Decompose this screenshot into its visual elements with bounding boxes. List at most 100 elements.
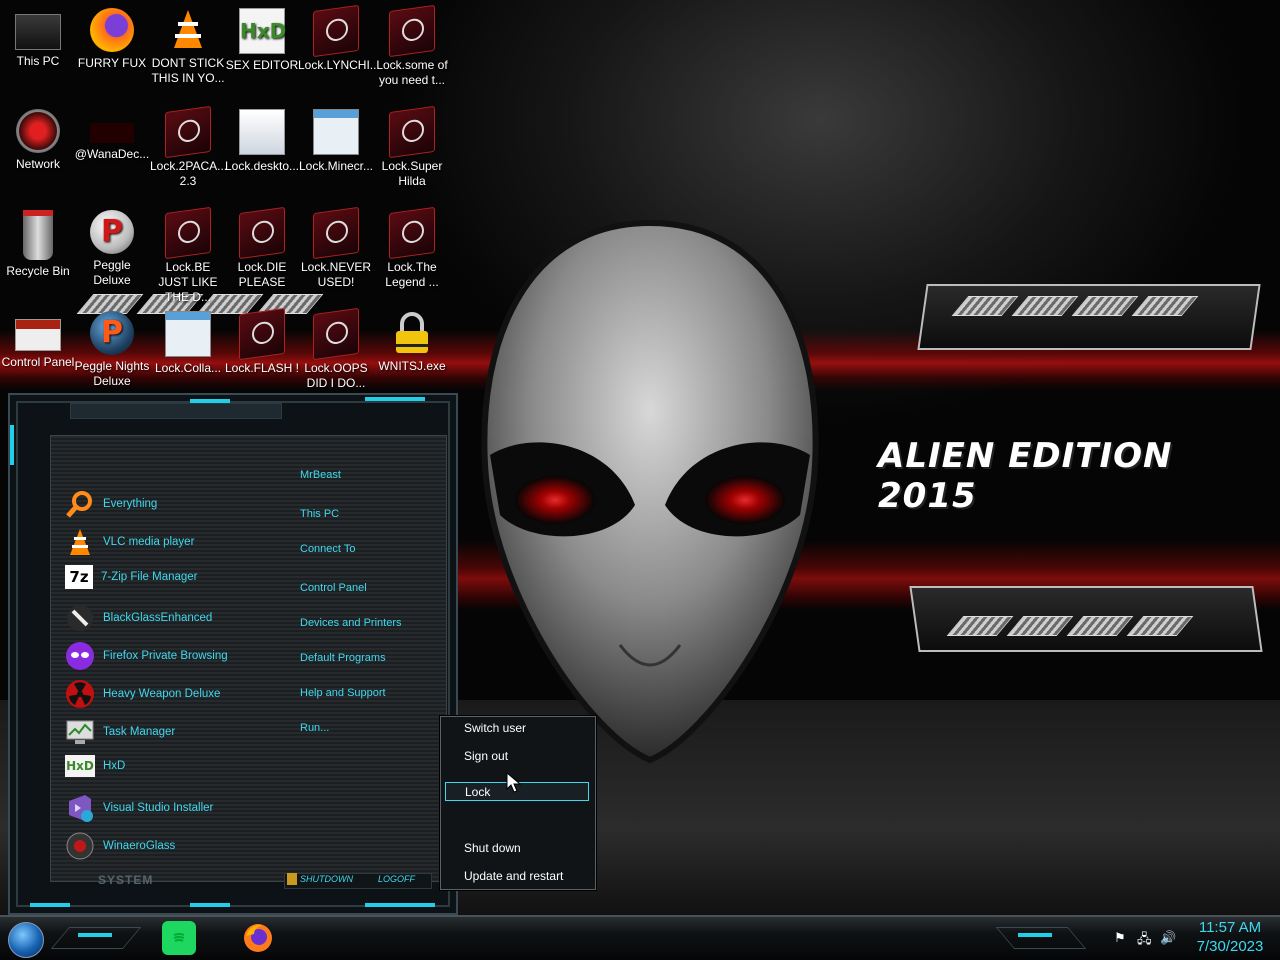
desktop-icon-label: Lock.2PACA... 2.3 — [150, 159, 228, 188]
desktop-icon-label: @WanaDec... — [74, 147, 150, 161]
menu-item-update-restart[interactable]: Update and restart — [445, 867, 589, 886]
vlc-icon — [65, 527, 95, 557]
vlc-icon — [166, 8, 210, 52]
program-label: 7-Zip File Manager — [101, 571, 198, 583]
task-manager-icon — [65, 717, 95, 747]
desktop-icon-label: This PC — [16, 54, 60, 68]
program-firefox-private[interactable]: Firefox Private Browsing — [65, 641, 228, 671]
power-options-menu: Switch user Sign out Lock Shut down Upda… — [440, 716, 596, 890]
program-winaero-glass[interactable]: WinaeroGlass — [65, 831, 175, 861]
program-heavy-weapon[interactable]: Heavy Weapon Deluxe — [65, 679, 220, 709]
desktop-icon-lock-some-of-you[interactable]: Lock.some of you need t... — [374, 2, 450, 88]
menu-item-switch-user[interactable]: Switch user — [445, 719, 589, 738]
program-label: Firefox Private Browsing — [103, 650, 228, 662]
place-help-support[interactable]: Help and Support — [300, 687, 386, 699]
cyan-accent — [365, 903, 435, 907]
desktop-icon-recycle-bin[interactable]: Recycle Bin — [0, 204, 76, 279]
desktop-icon-lock-the-legend[interactable]: Lock.The Legend ... — [374, 204, 450, 290]
program-vlc[interactable]: VLC media player — [65, 527, 194, 557]
desktop-icon-dont-stick[interactable]: DONT STICK THIS IN YO... — [150, 2, 226, 86]
desktop-icon-network[interactable]: Network — [0, 103, 76, 172]
window-file-icon — [165, 311, 211, 357]
firefox-icon[interactable] — [241, 921, 275, 955]
cyan-accent — [365, 397, 425, 401]
program-label: HxD — [103, 760, 126, 772]
desktop-icon-this-pc[interactable]: This PC — [0, 2, 76, 69]
program-label: Visual Studio Installer — [103, 802, 214, 814]
desktop-icon-label: FURRY FUX — [77, 56, 147, 70]
place-connect-to[interactable]: Connect To — [300, 543, 355, 555]
desktop-icon-peggle-nights[interactable]: P Peggle Nights Deluxe — [74, 305, 150, 389]
program-visual-studio-installer[interactable]: Visual Studio Installer — [65, 793, 213, 823]
program-label: VLC media player — [103, 536, 195, 548]
desktop-icon-label: Lock.LYNCHI... — [298, 58, 380, 72]
program-everything[interactable]: Everything — [65, 489, 157, 519]
desktop-icon-wnitsj[interactable]: WNITSJ.exe — [374, 305, 450, 374]
clock-date: 7/30/2023 — [1196, 938, 1264, 955]
flag-icon[interactable]: ⚑ — [1114, 930, 1126, 946]
visual-studio-icon — [65, 793, 95, 823]
lock-file-icon — [313, 206, 359, 260]
desktop-icon-sex-editor[interactable]: HxD SEX EDITOR — [224, 2, 300, 73]
desktop-icon-lock-be-just-like[interactable]: Lock.BE JUST LIKE THE D... — [150, 204, 226, 305]
network-tray-icon[interactable]: 🖧 — [1137, 930, 1152, 952]
system-clock[interactable]: 11:57 AM 7/30/2023 — [1188, 918, 1272, 956]
desktop-icon-furry-fux[interactable]: FURRY FUX — [74, 2, 150, 71]
program-7zip[interactable]: 7z 7-Zip File Manager — [65, 565, 198, 589]
desktop-icon-lock-colla[interactable]: Lock.Colla... — [150, 305, 226, 376]
lock-file-icon — [389, 4, 435, 58]
window-file-icon — [313, 109, 359, 155]
program-task-manager[interactable]: Task Manager — [65, 717, 175, 747]
desktop-icon-lock-2paca[interactable]: Lock.2PACA... 2.3 — [150, 103, 228, 189]
magnifier-icon — [65, 489, 95, 519]
lock-file-icon — [239, 206, 285, 260]
private-browsing-icon — [65, 641, 95, 671]
desktop-icon-lock-die-please[interactable]: Lock.DIE PLEASE — [224, 204, 300, 290]
program-label: Task Manager — [103, 726, 176, 738]
desktop-icon-label: Recycle Bin — [6, 264, 70, 278]
place-mrbeast[interactable]: MrBeast — [300, 469, 341, 481]
taskbar-edge — [0, 915, 1280, 917]
desktop-icon-peggle-deluxe[interactable]: P Peggle Deluxe — [74, 204, 150, 288]
place-control-panel[interactable]: Control Panel — [300, 582, 367, 594]
desktop-icon-wanadec[interactable]: @WanaDec... — [74, 103, 150, 162]
desktop-icon-label: Lock.Super Hilda — [381, 159, 443, 188]
desktop-icon-lock-desktop[interactable]: Lock.deskto... — [224, 103, 300, 174]
control-panel-icon — [15, 319, 61, 351]
spotify-icon[interactable] — [162, 921, 196, 955]
lock-file-icon — [389, 206, 435, 260]
cyan-accent — [78, 933, 112, 937]
start-menu: Everything VLC media player 7z 7-Zip Fil… — [8, 393, 458, 915]
winaero-icon — [65, 831, 95, 861]
lock-file-icon — [165, 206, 211, 260]
place-devices-printers[interactable]: Devices and Printers — [300, 617, 402, 629]
mouse-cursor-icon — [506, 772, 522, 793]
start-button[interactable] — [8, 922, 44, 958]
program-hxd[interactable]: HxD HxD — [65, 755, 125, 777]
place-this-pc[interactable]: This PC — [300, 508, 339, 520]
desktop-icon-lock-flash[interactable]: Lock.FLASH ! — [224, 305, 300, 376]
taskbar-decor-left — [50, 927, 142, 949]
desktop-icon-control-panel[interactable]: Control Panel — [0, 305, 76, 370]
firefox-icon — [90, 8, 134, 52]
logoff-button[interactable]: LOGOFF — [378, 874, 415, 884]
desktop-icon-lock-super-hilda[interactable]: Lock.Super Hilda — [374, 103, 450, 189]
lock-file-icon — [313, 307, 359, 361]
place-default-programs[interactable]: Default Programs — [300, 652, 386, 664]
lock-file-icon — [239, 307, 285, 361]
radiation-icon — [65, 679, 95, 709]
taskbar-decor-right — [995, 927, 1087, 949]
menu-item-shut-down[interactable]: Shut down — [445, 839, 589, 858]
place-run[interactable]: Run... — [300, 722, 329, 734]
hxd-icon: HxD — [65, 755, 95, 777]
desktop-icon-label: WNITSJ.exe — [378, 359, 446, 373]
volume-icon[interactable]: 🔊 — [1160, 930, 1176, 946]
menu-item-sign-out[interactable]: Sign out — [445, 747, 589, 766]
desktop-icon-lock-never-used[interactable]: Lock.NEVER USED! — [298, 204, 374, 290]
desktop-icon-lock-oops[interactable]: Lock.OOPS DID I DO... — [298, 305, 374, 391]
desktop-icon-lock-minecraft[interactable]: Lock.Minecr... — [298, 103, 374, 174]
cyan-accent — [190, 903, 230, 907]
shutdown-button[interactable]: SHUTDOWN — [300, 874, 353, 884]
desktop-icon-lock-lynchi[interactable]: Lock.LYNCHI... — [298, 2, 380, 73]
program-blackglass[interactable]: BlackGlassEnhanced — [65, 603, 212, 633]
